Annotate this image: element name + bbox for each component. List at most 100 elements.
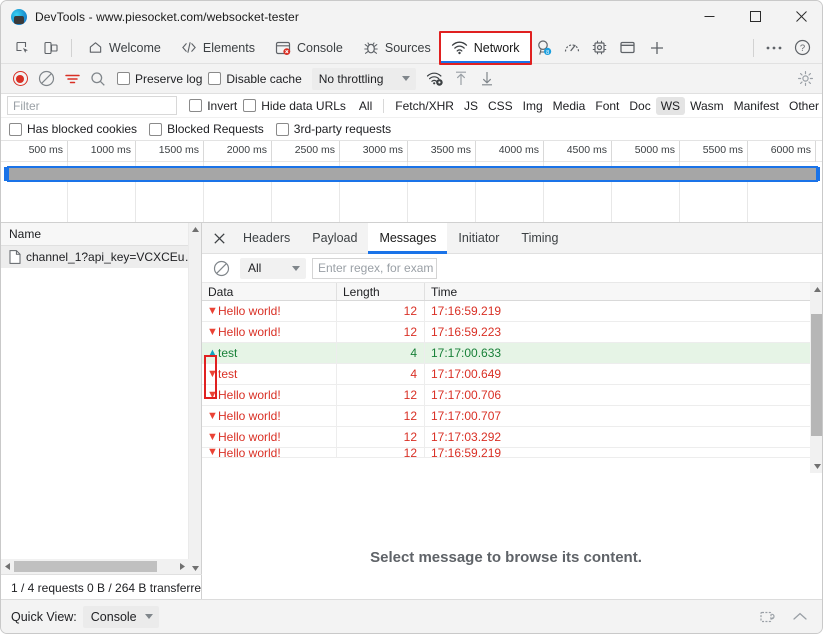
tab-payload[interactable]: Payload (301, 223, 368, 254)
message-time: 17:17:00.649 (431, 367, 502, 381)
performance-gauge-icon[interactable] (558, 35, 586, 61)
quick-view-dropdown[interactable]: Console (82, 605, 159, 628)
column-header-length[interactable]: Length (337, 283, 425, 300)
scroll-left-icon[interactable] (1, 560, 14, 573)
has-blocked-cookies-box[interactable] (9, 122, 22, 136)
vscroll-thumb[interactable] (811, 314, 822, 436)
filter-type-js[interactable]: JS (459, 97, 483, 115)
minimize-button[interactable] (686, 1, 732, 32)
preserve-log-box[interactable] (117, 72, 130, 85)
message-row[interactable]: ▼ Hello world! 12 17:17:00.706 (202, 385, 822, 406)
filter-type-font[interactable]: Font (590, 97, 624, 115)
message-row[interactable]: ▲ test 4 17:17:00.633 (202, 343, 822, 364)
network-overview[interactable]: 500 ms 1000 ms 1500 ms 2000 ms 2500 ms 3… (1, 141, 822, 223)
overview-handle-left[interactable] (4, 167, 8, 181)
scroll-down-icon[interactable] (810, 460, 822, 473)
import-har-icon[interactable] (448, 66, 474, 92)
scroll-up-icon[interactable] (189, 223, 202, 236)
tab-headers-label: Headers (243, 231, 291, 245)
lighthouse-icon[interactable]: 8 (530, 35, 558, 61)
filter-type-wasm[interactable]: Wasm (685, 97, 729, 115)
export-har-icon[interactable] (474, 66, 500, 92)
more-options-icon[interactable] (760, 35, 788, 61)
overview-selection-bar[interactable] (7, 166, 818, 182)
tick-label: 3500 ms (430, 144, 471, 156)
third-party-requests-box[interactable] (275, 122, 289, 136)
overview-handle-right[interactable] (816, 167, 820, 181)
tab-welcome[interactable]: Welcome (78, 32, 171, 64)
blocked-requests-checkbox[interactable]: Blocked Requests (149, 122, 264, 136)
filter-type-fetch-xhr[interactable]: Fetch/XHR (390, 97, 459, 115)
disable-cache-checkbox[interactable]: Disable cache (208, 72, 302, 86)
preserve-log-checkbox[interactable]: Preserve log (117, 72, 202, 86)
message-data: test (218, 367, 238, 381)
tab-headers[interactable]: Headers (232, 223, 301, 254)
message-row[interactable]: ▼ Hello world! 12 17:17:03.292 (202, 427, 822, 448)
settings-gear-icon[interactable] (792, 66, 818, 92)
memory-chip-icon[interactable] (586, 35, 614, 61)
filter-type-media[interactable]: Media (548, 97, 591, 115)
request-list-hscrollbar[interactable] (1, 559, 189, 574)
tab-network[interactable]: Network (440, 31, 530, 64)
close-button[interactable] (778, 1, 822, 32)
hscroll-thumb[interactable] (14, 561, 157, 572)
third-party-requests-checkbox[interactable]: 3rd-party requests (275, 122, 391, 136)
document-icon (9, 250, 21, 264)
tab-initiator[interactable]: Initiator (447, 223, 510, 254)
tab-sources[interactable]: Sources (353, 32, 441, 64)
chevron-up-icon[interactable] (786, 604, 814, 630)
tab-messages[interactable]: Messages (368, 222, 448, 254)
help-icon[interactable]: ? (788, 35, 816, 61)
message-row[interactable]: ▼ Hello world! 12 17:16:59.219 (202, 301, 822, 322)
column-header-data[interactable]: Data (202, 283, 337, 300)
invert-box[interactable] (189, 99, 203, 112)
hide-data-urls-checkbox[interactable]: Hide data URLs (243, 99, 346, 113)
filter-type-other[interactable]: Other (784, 97, 822, 115)
has-blocked-cookies-checkbox[interactable]: Has blocked cookies (9, 122, 137, 136)
message-type-dropdown[interactable]: All (240, 257, 306, 279)
tab-console[interactable]: Console (265, 32, 353, 64)
inspect-cursor-icon[interactable] (9, 36, 37, 60)
close-detail-button[interactable] (206, 225, 232, 251)
clear-button[interactable] (33, 66, 59, 92)
more-panels-plus-icon[interactable] (642, 35, 672, 61)
clear-messages-button[interactable] (208, 255, 234, 281)
request-list-header[interactable]: Name (1, 223, 201, 246)
request-list-item[interactable]: channel_1?api_key=VCXCEu… (1, 246, 201, 268)
filter-type-all[interactable]: All (354, 97, 377, 115)
invert-checkbox[interactable]: Invert (189, 99, 237, 113)
record-stop-button[interactable] (7, 66, 33, 92)
filter-type-manifest[interactable]: Manifest (729, 97, 784, 115)
filter-type-doc[interactable]: Doc (624, 97, 655, 115)
column-header-time[interactable]: Time (425, 283, 808, 300)
network-conditions-icon[interactable] (422, 66, 448, 92)
tab-elements[interactable]: Elements (171, 32, 265, 64)
filter-type-ws[interactable]: WS (655, 96, 686, 115)
message-regex-input[interactable]: Enter regex, for exam (312, 257, 437, 279)
filter-type-css[interactable]: CSS (483, 97, 518, 115)
request-list-vscrollbar[interactable] (188, 223, 201, 575)
window-title: DevTools - www.piesocket.com/websocket-t… (35, 9, 299, 24)
filter-toggle-button[interactable] (59, 66, 85, 92)
message-row[interactable]: ▼ Hello world! 12 17:17:00.707 (202, 406, 822, 427)
hide-data-urls-box[interactable] (243, 99, 257, 112)
application-window-icon[interactable] (614, 35, 642, 61)
disable-cache-box[interactable] (208, 72, 222, 85)
device-toggle-icon[interactable] (37, 36, 65, 60)
message-row[interactable]: ▼ test 4 17:17:00.649 (202, 364, 822, 385)
scroll-right-icon[interactable] (176, 560, 189, 573)
restore-drawer-icon[interactable] (754, 604, 782, 630)
scroll-up-icon[interactable] (810, 283, 822, 296)
filter-type-img[interactable]: Img (518, 97, 548, 115)
maximize-button[interactable] (732, 1, 778, 32)
messages-vscrollbar[interactable] (810, 283, 822, 473)
tab-elements-label: Elements (202, 40, 255, 55)
throttling-dropdown[interactable]: No throttling (311, 67, 416, 90)
preserve-log-label: Preserve log (135, 71, 203, 86)
blocked-requests-box[interactable] (149, 122, 163, 136)
tab-timing[interactable]: Timing (510, 223, 569, 254)
message-row-partial[interactable]: ▼ Hello world! 12 17:16:59.219 (202, 448, 822, 458)
filter-input[interactable]: Filter (7, 96, 178, 115)
message-row[interactable]: ▼ Hello world! 12 17:16:59.223 (202, 322, 822, 343)
search-button[interactable] (85, 66, 111, 92)
